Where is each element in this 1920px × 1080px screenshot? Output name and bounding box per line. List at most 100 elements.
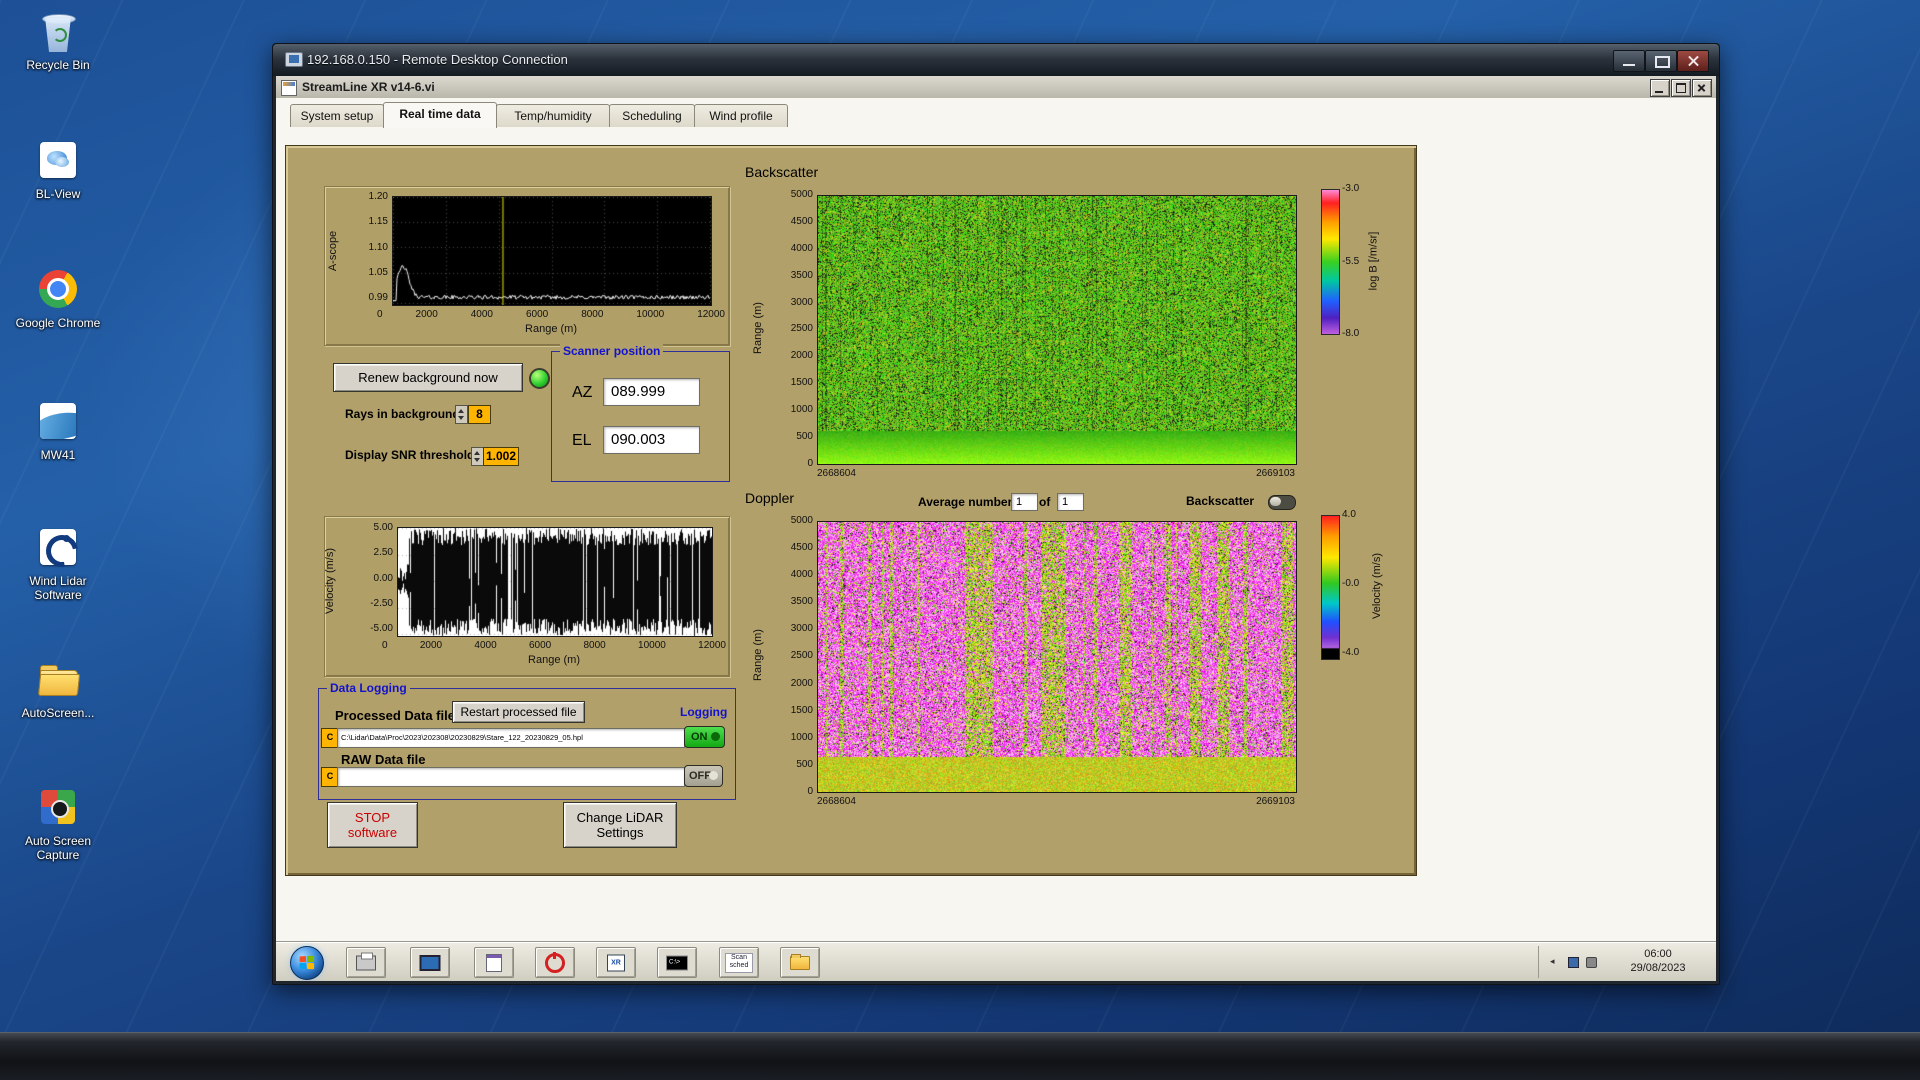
desktop-icon-auto-screen-capture[interactable]: Auto Screen Capture bbox=[8, 786, 108, 862]
rdp-window-title: 192.168.0.150 - Remote Desktop Connectio… bbox=[307, 52, 568, 67]
swoosh-shape bbox=[40, 403, 76, 439]
doppler-y-axis-label: Range (m) bbox=[751, 629, 764, 681]
display-icon bbox=[419, 954, 441, 971]
command-prompt-icon: C:\> bbox=[666, 955, 688, 970]
desktop-icon-recycle-bin[interactable]: Recycle Bin bbox=[8, 10, 108, 72]
screen-capture-icon bbox=[35, 786, 81, 830]
restart-processed-file-button[interactable]: Restart processed file bbox=[452, 701, 585, 723]
processed-path-field[interactable]: C:\Lidar\Data\Proc\2023\202308\20230829\… bbox=[337, 728, 685, 748]
remote-clock[interactable]: 06:00 29/08/2023 bbox=[1606, 947, 1710, 975]
rays-in-background-label: Rays in background bbox=[345, 407, 460, 421]
toggle-knob bbox=[1270, 497, 1281, 506]
remote-tray-volume-icon[interactable] bbox=[1586, 957, 1597, 968]
tick-label: 8000 bbox=[583, 640, 606, 651]
bl-view-icon bbox=[35, 139, 81, 183]
remote-taskbar-folder-button[interactable] bbox=[780, 947, 820, 978]
average-number-field[interactable]: 1 bbox=[1011, 493, 1038, 511]
app-close-button[interactable] bbox=[1692, 79, 1712, 97]
tick-label: 4.0 bbox=[1342, 509, 1356, 520]
ascope-x-ticks: 0 2000 4000 6000 8000 10000 12000 bbox=[377, 309, 725, 320]
remote-taskbar-printer-button[interactable] bbox=[346, 947, 386, 978]
desktop-icon-label: MW41 bbox=[40, 448, 76, 462]
power-off-icon bbox=[545, 951, 565, 973]
front-panel: A-scope 1.20 1.15 1.10 1.05 0.99 0 2000 4000 60… bbox=[285, 145, 1417, 876]
tick-label: 1.20 bbox=[368, 191, 388, 202]
remote-taskbar-app-button[interactable] bbox=[474, 947, 514, 978]
app-window-title: StreamLine XR v14-6.vi bbox=[302, 80, 435, 94]
tick-label: 500 bbox=[796, 431, 813, 443]
rdp-window: 192.168.0.150 - Remote Desktop Connectio… bbox=[272, 43, 1720, 985]
remote-taskbar-scan-sched-button[interactable]: Scan sched bbox=[719, 947, 759, 978]
tick-label: 10000 bbox=[638, 640, 666, 651]
tick-label: 5000 bbox=[790, 189, 813, 200]
rays-value-field[interactable]: 8 bbox=[468, 405, 491, 424]
tick-label: 0 bbox=[807, 457, 813, 469]
remote-taskbar-power-button[interactable] bbox=[535, 947, 575, 978]
logging-off-button[interactable]: OFF bbox=[684, 765, 723, 787]
scanner-position-title: Scanner position bbox=[560, 344, 664, 358]
wind-lidar-icon bbox=[35, 526, 85, 574]
desktop-icon-mw41[interactable]: MW41 bbox=[8, 400, 108, 462]
taskbar: e ▴ bbox=[0, 1032, 1920, 1080]
tick-label: 3000 bbox=[790, 623, 813, 635]
ascope-y-axis-label: A-scope bbox=[327, 230, 340, 272]
desktop-icon-label: Wind Lidar Software bbox=[29, 574, 87, 602]
remote-tray-chevron-icon[interactable]: ◂ bbox=[1550, 956, 1555, 967]
background-led bbox=[529, 368, 550, 389]
tick-label: -5.00 bbox=[370, 623, 393, 634]
desktop-icon-wind-lidar[interactable]: Wind Lidar Software bbox=[8, 526, 108, 602]
tick-label: 8000 bbox=[581, 309, 604, 320]
tick-label: 4500 bbox=[790, 542, 813, 554]
rdp-minimize-button[interactable] bbox=[1613, 50, 1645, 72]
tick-label: 2500 bbox=[790, 650, 813, 662]
off-label: OFF bbox=[689, 770, 711, 782]
backscatter-toggle-label: Backscatter bbox=[1186, 494, 1255, 508]
snr-value-field[interactable]: 1.002 bbox=[483, 447, 519, 466]
backscatter-heatmap bbox=[817, 195, 1297, 465]
rdp-maximize-button[interactable] bbox=[1645, 50, 1677, 72]
stop-software-button[interactable]: STOP software bbox=[327, 802, 418, 848]
tab-temp-humidity[interactable]: Temp/humidity bbox=[496, 104, 610, 127]
folder-icon bbox=[790, 953, 810, 970]
remote-tray-network-icon[interactable] bbox=[1568, 957, 1579, 968]
remote-taskbar-cmd-button[interactable]: C:\> bbox=[657, 947, 697, 978]
tick-label: 2000 bbox=[790, 677, 813, 689]
remote-start-button[interactable] bbox=[290, 946, 324, 980]
snr-threshold-label: Display SNR threshold bbox=[345, 448, 475, 462]
remote-taskbar-xr-app-button[interactable]: XR bbox=[596, 947, 636, 978]
tick-label: 1000 bbox=[790, 404, 813, 416]
tick-label: 2.50 bbox=[373, 547, 393, 559]
change-lidar-settings-button[interactable]: Change LiDAR Settings bbox=[563, 802, 677, 848]
document-icon bbox=[486, 953, 502, 972]
remote-taskbar-display-button[interactable] bbox=[410, 947, 450, 978]
tab-wind-profile[interactable]: Wind profile bbox=[694, 104, 788, 127]
app-restore-button[interactable] bbox=[1671, 79, 1691, 97]
rdp-titlebar[interactable]: 192.168.0.150 - Remote Desktop Connectio… bbox=[273, 44, 1719, 76]
tab-scheduling[interactable]: Scheduling bbox=[609, 104, 695, 127]
app-titlebar[interactable]: StreamLine XR v14-6.vi bbox=[276, 76, 1716, 99]
tick-label: 4000 bbox=[790, 569, 813, 581]
rdp-close-button[interactable] bbox=[1677, 50, 1709, 72]
tab-system-setup[interactable]: System setup bbox=[290, 104, 384, 127]
average-number-label: Average number bbox=[918, 495, 1013, 509]
tick-label: -5.5 bbox=[1342, 255, 1360, 267]
raw-path-field[interactable] bbox=[337, 767, 685, 787]
desktop-icon-google-chrome[interactable]: Google Chrome bbox=[8, 268, 108, 330]
backscatter-toggle[interactable] bbox=[1268, 495, 1296, 510]
tick-label: 2000 bbox=[419, 640, 443, 651]
backscatter-colorbar-ticks: -3.0 -5.5 -8.0 bbox=[1342, 183, 1368, 339]
desktop-icon-autoscreen[interactable]: AutoScreen... bbox=[8, 658, 108, 720]
logging-on-button[interactable]: ON bbox=[684, 726, 725, 748]
windows-flag-icon bbox=[299, 955, 316, 971]
app-minimize-button[interactable] bbox=[1650, 79, 1670, 97]
labview-vi-icon bbox=[281, 80, 297, 96]
rays-spinner[interactable] bbox=[455, 405, 468, 424]
settings-label-line1: Change LiDAR bbox=[576, 810, 664, 825]
doppler-title: Doppler bbox=[745, 490, 795, 506]
tab-real-time-data[interactable]: Real time data bbox=[383, 102, 497, 128]
renew-background-button[interactable]: Renew background now bbox=[333, 363, 523, 392]
ascope-x-axis-label: Range (m) bbox=[525, 323, 577, 335]
backscatter-x-ticks: 2668604 2669103 bbox=[817, 468, 1295, 479]
desktop-icon-bl-view[interactable]: BL-View bbox=[8, 139, 108, 201]
doppler-y-ticks: 5000 4500 4000 3500 3000 2500 2000 1500 1000 500 0 bbox=[773, 515, 813, 797]
